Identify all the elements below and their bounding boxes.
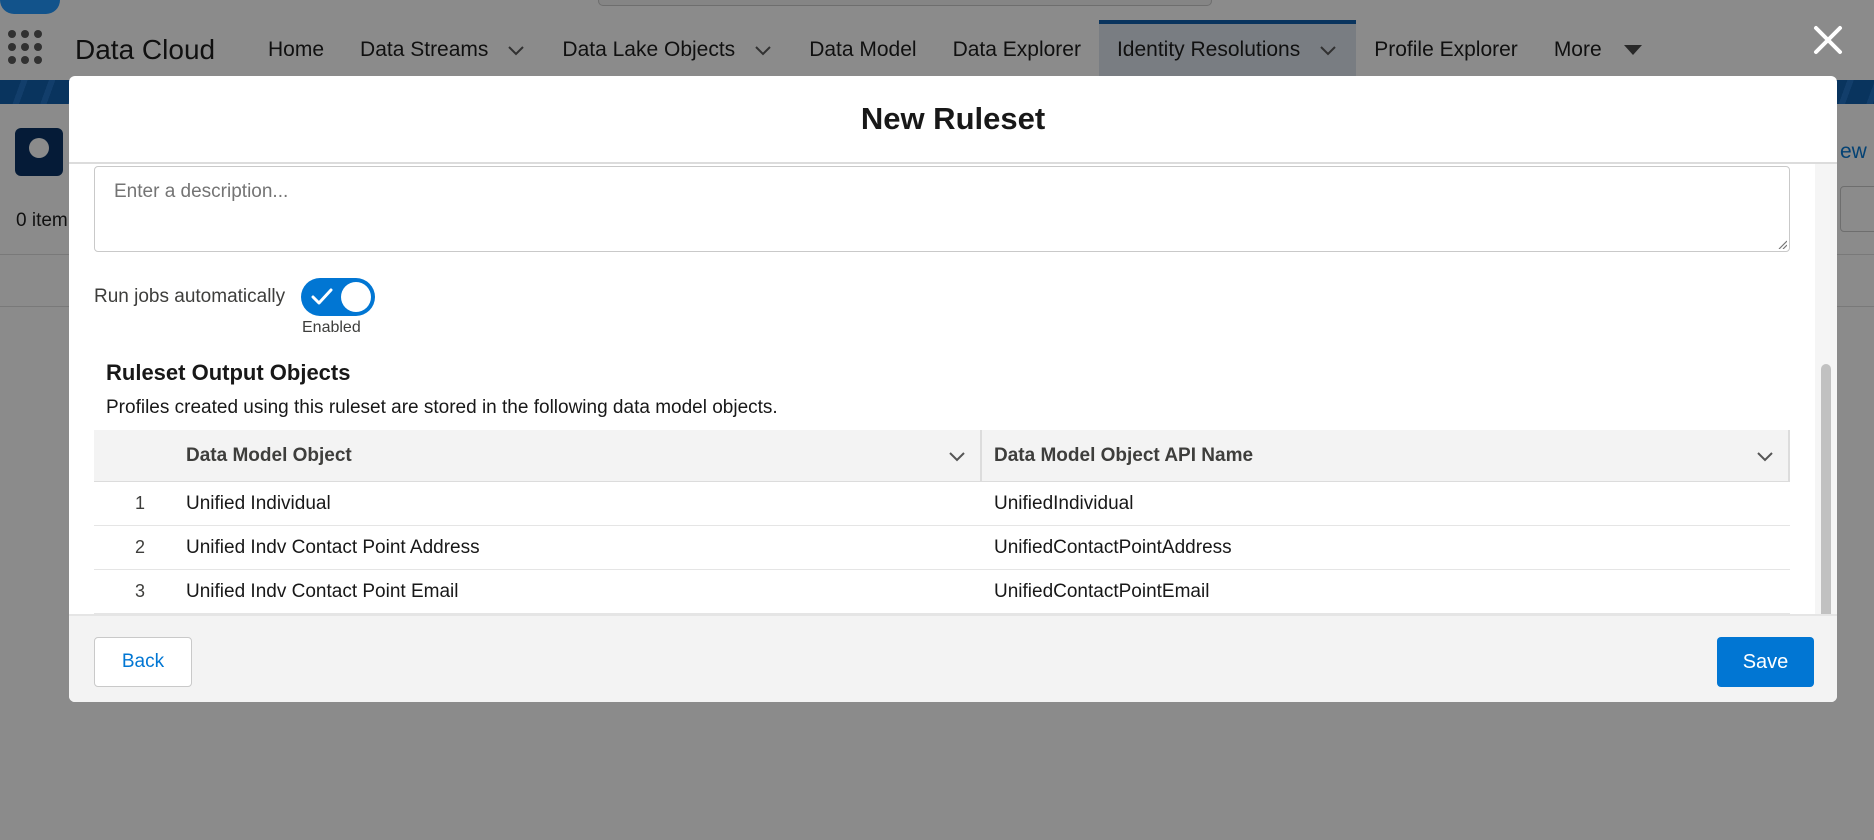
table-header: Data Model Object Data Model Object API … (94, 430, 1790, 482)
chevron-down-icon[interactable] (1754, 445, 1776, 467)
table-row: 2 Unified Indv Contact Point Address Uni… (94, 526, 1790, 570)
column-header-label: Data Model Object API Name (994, 444, 1254, 466)
column-header-label: Data Model Object (186, 444, 352, 466)
api-name-cell: UnifiedIndividual (994, 492, 1134, 514)
modal-scrollbar[interactable] (1815, 164, 1837, 690)
toggle-state-label: Enabled (302, 319, 361, 336)
data-model-object-cell: Unified Individual (186, 492, 331, 514)
output-objects-title: Ruleset Output Objects (106, 360, 351, 385)
back-button[interactable]: Back (94, 637, 192, 687)
run-jobs-toggle[interactable] (301, 278, 375, 316)
run-jobs-label: Run jobs automatically (94, 286, 286, 307)
checkmark-icon (311, 288, 333, 305)
resize-handle-icon[interactable] (1777, 239, 1787, 249)
output-objects-description: Profiles created using this ruleset are … (106, 397, 778, 418)
toggle-knob (341, 282, 371, 312)
column-header-api-name[interactable]: Data Model Object API Name (982, 430, 1790, 481)
data-model-object-cell: Unified Indv Contact Point Email (186, 580, 459, 602)
new-ruleset-modal: New Ruleset Enter a description... Run j… (69, 76, 1837, 702)
chevron-down-icon[interactable] (946, 445, 968, 467)
modal-header: New Ruleset (69, 76, 1837, 164)
modal-footer: Back Save (69, 614, 1837, 702)
save-button[interactable]: Save (1717, 637, 1814, 687)
row-number: 3 (134, 581, 145, 601)
row-number: 1 (134, 493, 145, 513)
column-header-data-model-object[interactable]: Data Model Object (174, 430, 982, 481)
api-name-cell: UnifiedContactPointEmail (994, 580, 1210, 602)
row-number-header (94, 430, 174, 481)
row-number: 2 (134, 537, 145, 557)
api-name-cell: UnifiedContactPointAddress (994, 536, 1232, 558)
table-row: 3 Unified Indv Contact Point Email Unifi… (94, 570, 1790, 614)
table-row: 1 Unified Individual UnifiedIndividual (94, 482, 1790, 526)
close-icon[interactable] (1808, 20, 1848, 60)
description-textarea[interactable]: Enter a description... (94, 166, 1790, 252)
data-model-object-cell: Unified Indv Contact Point Address (186, 536, 480, 558)
modal-body: Enter a description... Run jobs automati… (69, 164, 1837, 690)
description-placeholder: Enter a description... (114, 181, 289, 202)
modal-title: New Ruleset (860, 101, 1046, 136)
output-objects-table: Data Model Object Data Model Object API … (94, 430, 1790, 614)
